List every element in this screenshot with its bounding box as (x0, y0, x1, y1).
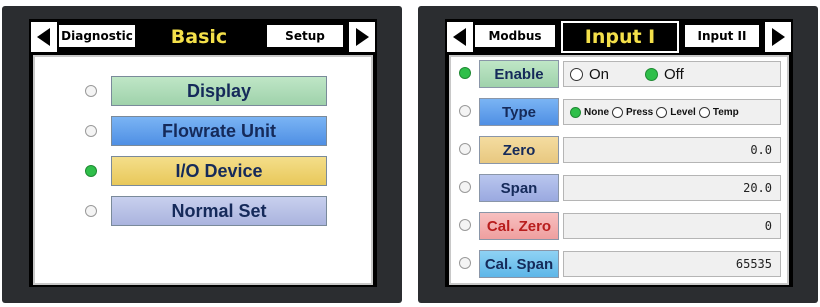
row-select-indicator (459, 143, 471, 155)
cal-span-label-button[interactable]: Cal. Span (479, 250, 559, 278)
top-bar: Modbus Input I Input II (445, 19, 793, 55)
option-label: None (584, 106, 609, 118)
enable-option-off[interactable]: Off (645, 66, 684, 83)
radio-indicator (85, 125, 97, 137)
flowrate-unit-button[interactable]: Flowrate Unit (111, 116, 327, 146)
radio-indicator (85, 85, 97, 97)
row-select-indicator-selected (459, 67, 471, 79)
param-row-type[interactable]: Type None Press Level Temp (451, 97, 787, 127)
prev-arrow-button[interactable] (31, 22, 57, 52)
tab-modbus[interactable]: Modbus (473, 23, 557, 49)
display-button[interactable]: Display (111, 76, 327, 106)
cal-span-value[interactable]: 65535 (563, 251, 781, 277)
type-option-press[interactable]: Press (612, 106, 654, 118)
radio-selected-icon (645, 67, 659, 81)
prev-arrow-button[interactable] (447, 22, 473, 52)
device-screen-input: Modbus Input I Input II Enable On Off Ty… (418, 6, 818, 303)
enable-label-button[interactable]: Enable (479, 60, 559, 88)
tab-input-ii[interactable]: Input II (683, 23, 761, 49)
parameter-panel: Enable On Off Type None Press Level Temp… (449, 55, 789, 285)
lcd-panel: Modbus Input I Input II Enable On Off Ty… (445, 19, 793, 287)
type-option-temp[interactable]: Temp (698, 106, 739, 118)
type-label-button[interactable]: Type (479, 98, 559, 126)
row-select-indicator (459, 181, 471, 193)
span-value[interactable]: 20.0 (563, 175, 781, 201)
device-screen-basic: Diagnostic Basic Setup Display Flowrate … (2, 6, 402, 303)
row-select-indicator (459, 257, 471, 269)
type-option-level[interactable]: Level (656, 106, 696, 118)
menu-item-io-device[interactable]: I/O Device (35, 155, 371, 187)
tab-setup[interactable]: Setup (265, 23, 345, 49)
zero-label-button[interactable]: Zero (479, 136, 559, 164)
normal-set-button[interactable]: Normal Set (111, 196, 327, 226)
menu-item-normal-set[interactable]: Normal Set (35, 195, 371, 227)
page-title: Input I (561, 21, 679, 53)
radio-icon (698, 106, 710, 118)
radio-indicator (85, 205, 97, 217)
param-row-cal-zero[interactable]: Cal. Zero 0 (451, 211, 787, 241)
arrow-left-icon (453, 28, 466, 46)
enable-options: On Off (563, 61, 781, 87)
tab-diagnostic[interactable]: Diagnostic (57, 23, 137, 49)
param-row-zero[interactable]: Zero 0.0 (451, 135, 787, 165)
lcd-panel: Diagnostic Basic Setup Display Flowrate … (29, 19, 377, 287)
type-option-none[interactable]: None (570, 106, 609, 118)
menu-item-flowrate-unit[interactable]: Flowrate Unit (35, 115, 371, 147)
type-options: None Press Level Temp (563, 99, 781, 125)
next-arrow-button[interactable] (349, 22, 375, 52)
option-label: Temp (712, 106, 739, 118)
radio-icon (656, 106, 668, 118)
page-title: Basic (170, 26, 228, 48)
menu-panel: Display Flowrate Unit I/O Device Normal … (33, 55, 373, 285)
span-label-button[interactable]: Span (479, 174, 559, 202)
zero-value[interactable]: 0.0 (563, 137, 781, 163)
enable-option-on[interactable]: On (570, 66, 609, 83)
param-row-enable[interactable]: Enable On Off (451, 59, 787, 89)
option-label: Level (670, 106, 696, 118)
radio-on-icon (570, 67, 583, 81)
radio-selected-icon (570, 106, 581, 118)
option-label: On (589, 65, 610, 83)
option-label: Off (664, 65, 684, 83)
cal-zero-label-button[interactable]: Cal. Zero (479, 212, 559, 240)
cal-zero-value[interactable]: 0 (563, 213, 781, 239)
option-label: Press (626, 106, 654, 118)
radio-icon (612, 106, 623, 118)
arrow-right-icon (772, 28, 785, 46)
radio-indicator-selected (85, 165, 97, 177)
param-row-span[interactable]: Span 20.0 (451, 173, 787, 203)
row-select-indicator (459, 219, 471, 231)
arrow-left-icon (37, 28, 50, 46)
param-row-cal-span[interactable]: Cal. Span 65535 (451, 249, 787, 279)
io-device-button[interactable]: I/O Device (111, 156, 327, 186)
top-bar: Diagnostic Basic Setup (29, 19, 377, 55)
row-select-indicator (459, 105, 471, 117)
menu-item-display[interactable]: Display (35, 75, 371, 107)
arrow-right-icon (356, 28, 369, 46)
next-arrow-button[interactable] (765, 22, 791, 52)
